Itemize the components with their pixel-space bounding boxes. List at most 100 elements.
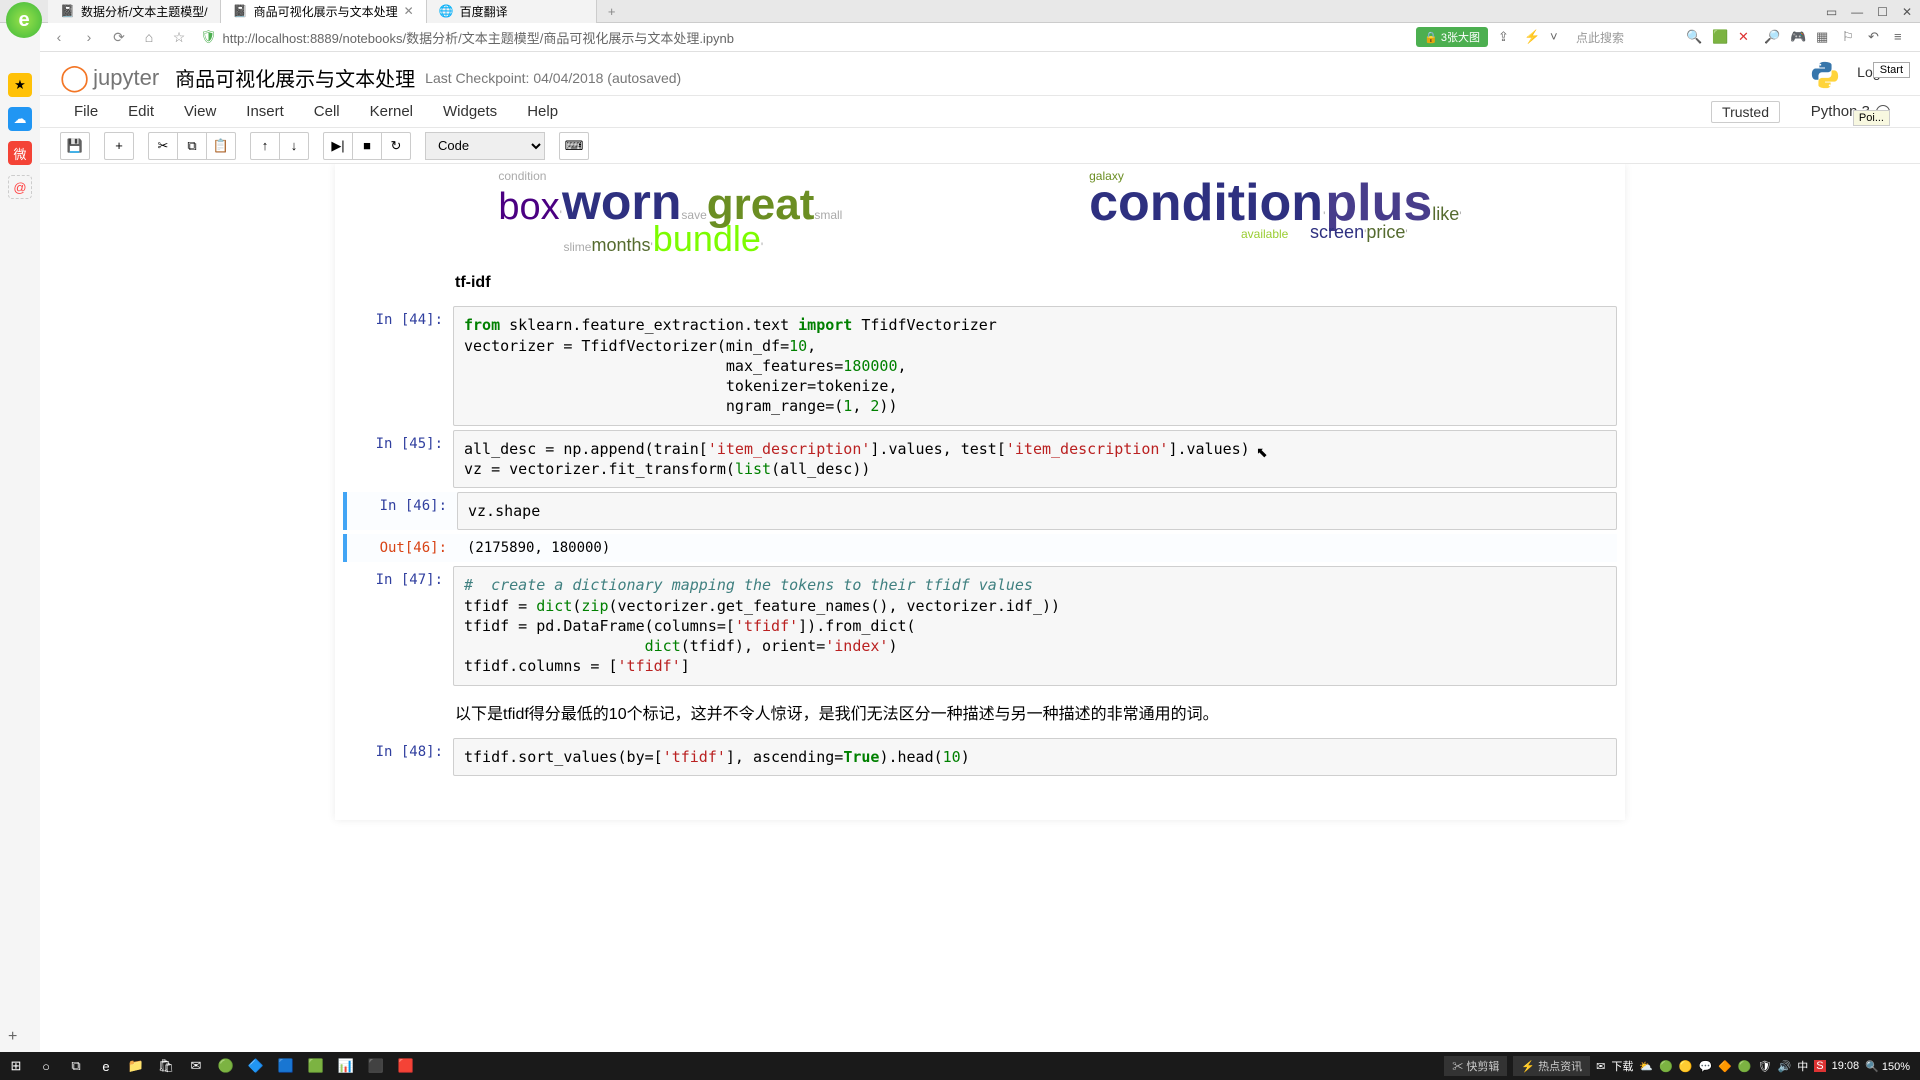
code-cell[interactable]: In [48]: tfidf.sort_values(by=['tfidf'],… (343, 738, 1617, 776)
tray-icon[interactable]: ✉ (1596, 1060, 1605, 1073)
edge-icon[interactable]: e (92, 1054, 120, 1078)
cortana-icon[interactable]: ○ (32, 1054, 60, 1078)
tray-icon[interactable]: 🟡 (1679, 1060, 1693, 1073)
minimize-icon[interactable]: — (1851, 5, 1863, 19)
home-icon[interactable]: ⌂ (140, 28, 158, 46)
close-icon[interactable]: ✕ (1738, 29, 1754, 45)
undo-icon[interactable]: ↶ (1868, 29, 1884, 45)
mail-icon[interactable]: ✉ (182, 1054, 210, 1078)
ext-icon[interactable]: 🔎 (1764, 29, 1780, 45)
code-input[interactable]: all_desc = np.append(train['item_descrip… (453, 430, 1617, 489)
menu-edit[interactable]: Edit (114, 99, 168, 124)
code-cell[interactable]: In [46]: vz.shape (343, 492, 1617, 530)
sidebar-icon[interactable]: 微 (8, 141, 32, 165)
app-icon[interactable]: 📊 (332, 1054, 360, 1078)
menu-help[interactable]: Help (513, 99, 572, 124)
copy-button[interactable]: ⧉ (177, 132, 207, 160)
save-button[interactable]: 💾 (60, 132, 90, 160)
tray-icon[interactable]: 💬 (1698, 1060, 1712, 1073)
reload-icon[interactable]: ⟳ (110, 28, 128, 46)
browser-tab[interactable]: 🌐 百度翻译 (427, 0, 597, 23)
cell-type-select[interactable]: Code (425, 132, 545, 160)
grid-icon[interactable]: ▦ (1816, 29, 1832, 45)
app-icon[interactable]: ⬛ (362, 1054, 390, 1078)
tray-icon[interactable]: 中 (1797, 1058, 1808, 1074)
code-input[interactable]: tfidf.sort_values(by=['tfidf'], ascendin… (453, 738, 1617, 776)
tray-icon[interactable]: 🟢 (1659, 1060, 1673, 1073)
paste-button[interactable]: 📋 (206, 132, 236, 160)
flash-icon[interactable]: ⚡ (1524, 29, 1540, 45)
menu-icon[interactable]: ≡ (1894, 29, 1910, 45)
news-pill[interactable]: ✂ 快剪辑 (1444, 1056, 1507, 1076)
app-icon[interactable]: 🟦 (272, 1054, 300, 1078)
sidebar-icon[interactable]: ☁ (8, 107, 32, 131)
close-icon[interactable]: ✕ (404, 4, 414, 18)
extension-badge[interactable]: 🔒 3张大图 (1416, 27, 1488, 47)
stop-button[interactable]: ■ (352, 132, 382, 160)
sidebar-icon[interactable]: @ (8, 175, 32, 199)
markdown-cell[interactable]: tf-idf (335, 264, 1625, 302)
move-down-button[interactable]: ↓ (279, 132, 309, 160)
maximize-icon[interactable]: ☐ (1877, 5, 1888, 19)
menu-cell[interactable]: Cell (300, 99, 354, 124)
window-button[interactable]: ▭ (1826, 5, 1837, 19)
ext-icon[interactable]: 🎮 (1790, 29, 1806, 45)
store-icon[interactable]: 🛍 (152, 1054, 180, 1078)
code-input[interactable]: # create a dictionary mapping the tokens… (453, 566, 1617, 685)
chevron-down-icon[interactable]: ˅ (1550, 29, 1566, 45)
move-up-button[interactable]: ↑ (250, 132, 280, 160)
sidebar-icon[interactable]: ★ (8, 73, 32, 97)
menu-widgets[interactable]: Widgets (429, 99, 511, 124)
jupyter-logo[interactable]: ◯jupyter (60, 62, 159, 93)
menu-view[interactable]: View (170, 99, 230, 124)
code-cell[interactable]: In [44]: from sklearn.feature_extraction… (343, 306, 1617, 425)
clock[interactable]: 19:08 (1832, 1060, 1860, 1072)
zoom-indicator[interactable]: 🔍 150% (1865, 1060, 1910, 1073)
forward-icon[interactable]: › (80, 28, 98, 46)
notebook-scroll[interactable]: condition box'wornsavegreatsmall _______… (40, 164, 1920, 1052)
search-hint[interactable]: 点此搜索 (1576, 29, 1676, 46)
browser-tab[interactable]: 📓 数据分析/文本主题模型/ (48, 0, 221, 23)
start-badge[interactable]: Start (1873, 62, 1910, 78)
explorer-icon[interactable]: 📁 (122, 1054, 150, 1078)
app-icon[interactable]: 🟢 (212, 1054, 240, 1078)
tray-icon[interactable]: 🔶 (1718, 1060, 1732, 1073)
add-sidebar-icon[interactable]: + (8, 1028, 17, 1046)
cut-button[interactable]: ✂ (148, 132, 178, 160)
tray-label[interactable]: 下载 (1611, 1058, 1633, 1074)
run-button[interactable]: ▶| (323, 132, 353, 160)
new-tab-button[interactable]: + (597, 4, 627, 19)
app-icon[interactable]: 🟥 (392, 1054, 420, 1078)
ext-icon[interactable]: 🟩 (1712, 29, 1728, 45)
tray-icon[interactable]: 🔊 (1778, 1060, 1792, 1073)
url-field[interactable]: 🛡 http://localhost:8889/notebooks/数据分析/文… (200, 28, 1404, 47)
code-input[interactable]: from sklearn.feature_extraction.text imp… (453, 306, 1617, 425)
flag-icon[interactable]: ⚐ (1842, 29, 1858, 45)
markdown-cell[interactable]: 以下是tfidf得分最低的10个标记，这并不令人惊讶，是我们无法区分一种描述与另… (335, 690, 1625, 734)
tray-icon[interactable]: ⛅ (1639, 1060, 1653, 1073)
tray-icon[interactable]: 🛡 (1758, 1060, 1772, 1073)
command-palette-button[interactable]: ⌨ (559, 132, 589, 160)
menu-insert[interactable]: Insert (232, 99, 298, 124)
search-icon[interactable]: 🔍 (1686, 29, 1702, 45)
browser-tab[interactable]: 📓 商品可视化展示与文本处理 ✕ (221, 0, 427, 23)
code-cell[interactable]: In [47]: # create a dictionary mapping t… (343, 566, 1617, 685)
restart-button[interactable]: ↻ (381, 132, 411, 160)
notebook-name[interactable]: 商品可视化展示与文本处理 (175, 63, 415, 92)
taskview-icon[interactable]: ⧉ (62, 1054, 90, 1078)
back-icon[interactable]: ‹ (50, 28, 68, 46)
tray-icon[interactable]: S (1814, 1060, 1825, 1072)
code-cell[interactable]: In [45]: all_desc = np.append(train['ite… (343, 430, 1617, 489)
menu-kernel[interactable]: Kernel (356, 99, 427, 124)
tray-icon[interactable]: 🟢 (1738, 1060, 1752, 1073)
start-button[interactable]: ⊞ (2, 1054, 30, 1078)
news-pill[interactable]: ⚡ 热点资讯 (1513, 1056, 1590, 1076)
code-input[interactable]: vz.shape (457, 492, 1617, 530)
close-icon[interactable]: ✕ (1902, 5, 1912, 19)
app-icon[interactable]: 🔷 (242, 1054, 270, 1078)
app-icon[interactable]: 🟩 (302, 1054, 330, 1078)
add-cell-button[interactable]: + (104, 132, 134, 160)
star-icon[interactable]: ☆ (170, 28, 188, 46)
trusted-badge[interactable]: Trusted (1711, 101, 1780, 123)
share-icon[interactable]: ⇪ (1498, 29, 1514, 45)
